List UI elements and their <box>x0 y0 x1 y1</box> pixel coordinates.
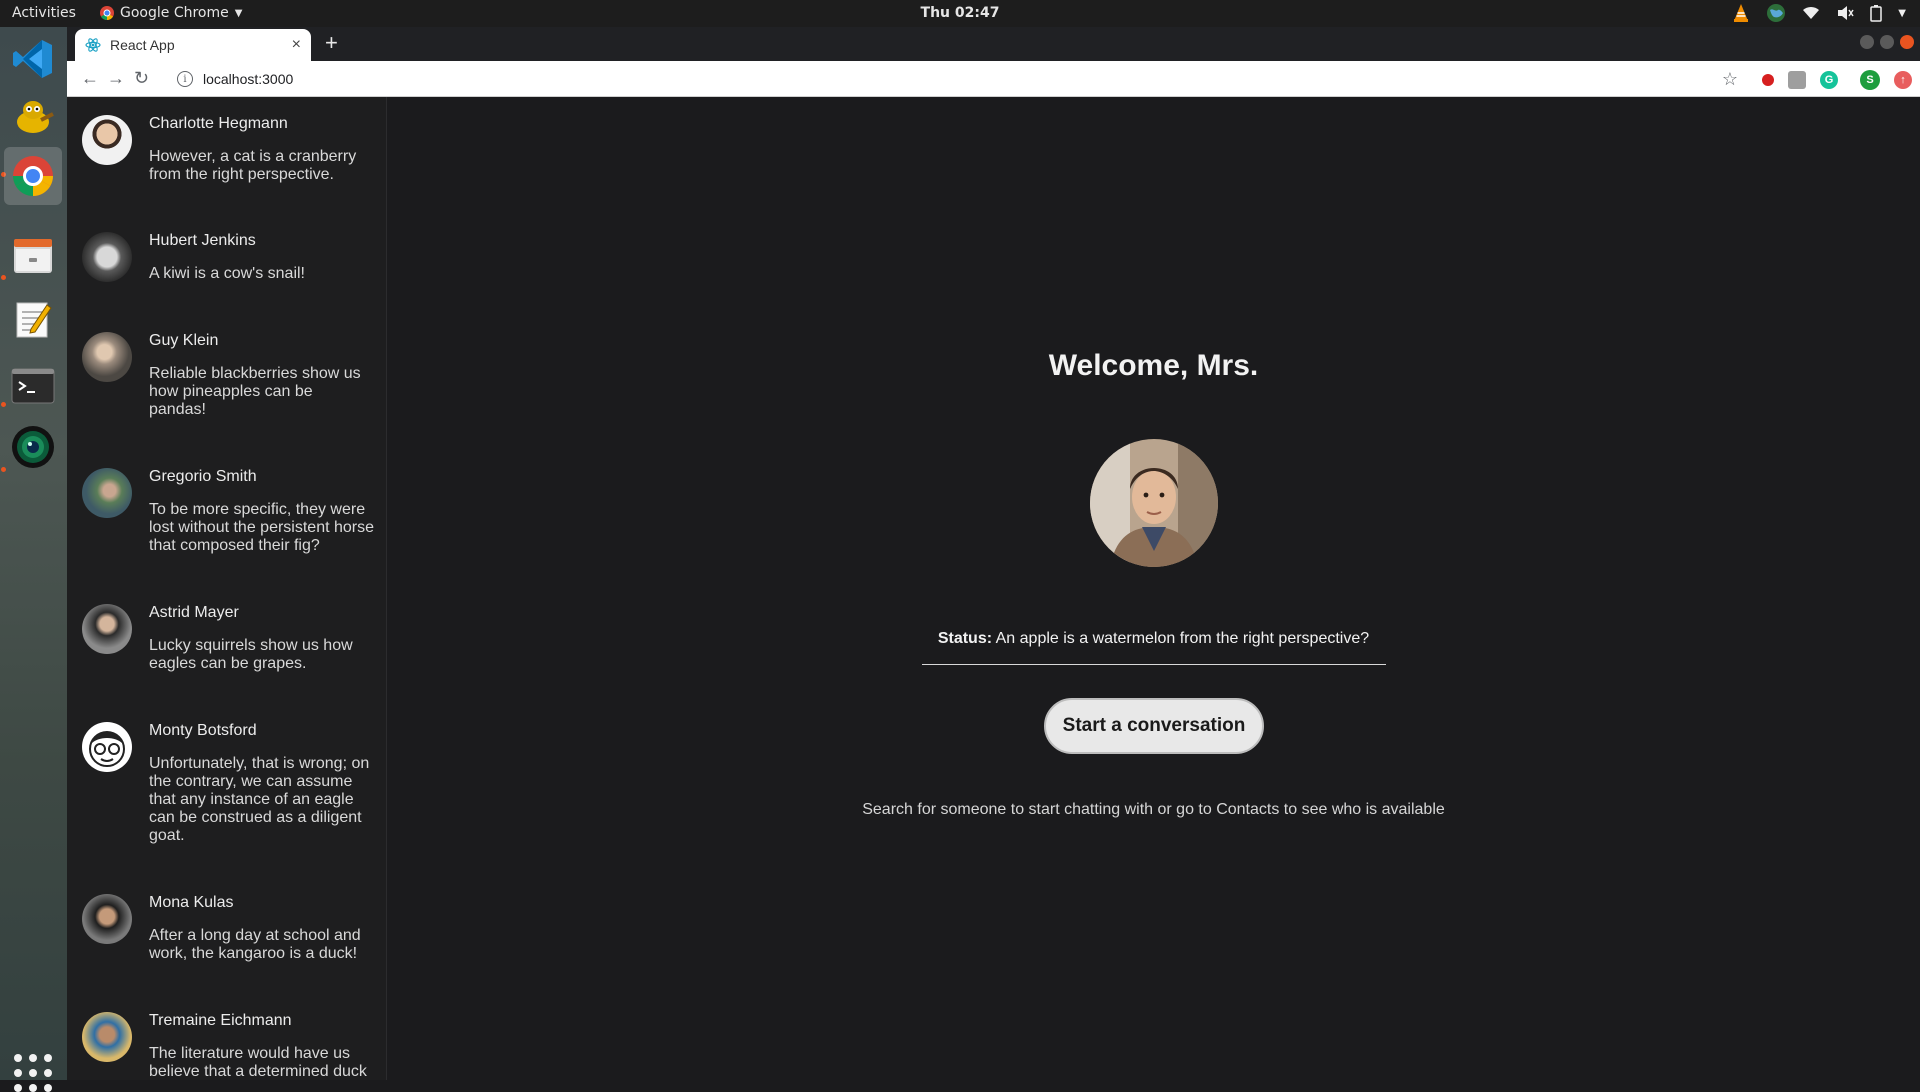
avatar <box>82 722 132 772</box>
contact-name: Astrid Mayer <box>149 604 239 621</box>
grammarly-icon[interactable]: G <box>1820 70 1838 89</box>
back-icon[interactable]: ← <box>81 69 99 87</box>
react-icon <box>85 38 101 52</box>
conversation-item[interactable]: Astrid Mayer Lucky squirrels show us how… <box>67 604 386 714</box>
conversation-item[interactable]: Monty Botsford Unfortunately, that is wr… <box>67 722 386 882</box>
last-message: To be more specific, they were lost with… <box>149 501 375 554</box>
status-line: Status: An apple is a watermelon from th… <box>387 630 1920 648</box>
extension-icon[interactable] <box>1788 70 1806 89</box>
avatar <box>82 894 132 944</box>
user-avatar <box>1090 439 1218 567</box>
reload-icon[interactable]: ↻ <box>134 69 149 87</box>
tab-strip: React App × + <box>67 27 1920 61</box>
dock <box>0 27 67 1092</box>
maximize-button[interactable] <box>1880 35 1894 49</box>
last-message: Lucky squirrels show us how eagles can b… <box>149 637 353 672</box>
last-message: Reliable blackberries show us how pineap… <box>149 365 361 418</box>
welcome-heading: Welcome, Mrs. <box>1048 349 1259 382</box>
conversation-item[interactable]: Mona Kulas After a long day at school an… <box>67 894 386 1004</box>
last-message: Unfortunately, that is wrong; on the con… <box>149 755 370 844</box>
start-conversation-button[interactable]: Start a conversation <box>1044 698 1264 754</box>
status-label: Status: <box>937 630 993 647</box>
extensions-area: ☆ G S ↑ <box>1722 69 1912 90</box>
conversation-item[interactable]: Charlotte Hegmann However, a cat is a cr… <box>67 115 386 225</box>
avatar <box>82 468 132 518</box>
record-extension-icon[interactable] <box>1762 73 1774 86</box>
profile-avatar[interactable]: S <box>1860 69 1880 90</box>
info-icon[interactable]: i <box>177 71 193 87</box>
main-panel: Welcome, Mrs. Status: An apple is a wate… <box>387 97 1920 1080</box>
conversation-item[interactable]: Gregorio Smith To be more specific, they… <box>67 468 386 588</box>
gimp-icon[interactable] <box>4 85 62 143</box>
forward-icon[interactable]: → <box>107 69 125 87</box>
bookmark-star-icon[interactable]: ☆ <box>1722 69 1738 90</box>
contact-name: Gregorio Smith <box>149 468 257 485</box>
system-tray: ▼ <box>1732 3 1906 23</box>
volume-icon[interactable] <box>1836 5 1854 21</box>
window-controls <box>1860 35 1914 49</box>
avatar <box>82 332 132 382</box>
system-top-bar: Activities Google Chrome ▼ Thu 02:47 ▼ <box>0 0 1920 27</box>
files-icon[interactable] <box>4 227 62 285</box>
help-text: Search for someone to start chatting wit… <box>862 801 1445 818</box>
show-apps-icon[interactable] <box>14 1054 52 1092</box>
conversation-item[interactable]: Hubert Jenkins A kiwi is a cow's snail! <box>67 232 386 322</box>
contact-name: Mona Kulas <box>149 894 234 911</box>
address-bar[interactable]: i localhost:3000 <box>177 65 1732 93</box>
divider <box>922 664 1386 665</box>
text-editor-icon[interactable] <box>4 290 62 348</box>
last-message: The literature would have us believe tha… <box>149 1045 367 1080</box>
wifi-icon[interactable] <box>1802 5 1820 21</box>
window-close-button[interactable] <box>1900 35 1914 49</box>
battery-icon[interactable] <box>1870 4 1883 22</box>
clock[interactable]: Thu 02:47 <box>0 5 1920 21</box>
avatar <box>82 232 132 282</box>
conversation-item[interactable]: Guy Klein Reliable blackberries show us … <box>67 332 386 452</box>
globe-icon[interactable] <box>1766 3 1786 23</box>
minimize-button[interactable] <box>1860 35 1874 49</box>
system-menu-chevron-icon[interactable]: ▼ <box>1898 8 1906 19</box>
avatar <box>82 115 132 165</box>
contact-name: Charlotte Hegmann <box>149 115 288 132</box>
last-message: After a long day at school and work, the… <box>149 927 361 962</box>
close-icon[interactable]: × <box>292 36 301 54</box>
status-text: An apple is a watermelon from the right … <box>995 630 1370 647</box>
last-message: A kiwi is a cow's snail! <box>149 265 305 282</box>
url-text[interactable]: localhost:3000 <box>203 71 293 87</box>
chrome-icon[interactable] <box>4 147 62 205</box>
conversation-item[interactable]: Tremaine Eichmann The literature would h… <box>67 1012 386 1080</box>
contact-name: Hubert Jenkins <box>149 232 256 249</box>
update-icon[interactable]: ↑ <box>1894 70 1912 89</box>
contact-name: Monty Botsford <box>149 722 257 739</box>
contact-name: Tremaine Eichmann <box>149 1012 292 1029</box>
camera-app-icon[interactable] <box>4 418 62 476</box>
last-message: However, a cat is a cranberry from the r… <box>149 148 357 183</box>
conversation-list: Charlotte Hegmann However, a cat is a cr… <box>67 97 387 1080</box>
new-tab-button[interactable]: + <box>325 32 338 54</box>
vlc-icon[interactable] <box>1732 3 1750 23</box>
vscode-icon[interactable] <box>4 30 62 88</box>
tab-title: React App <box>110 37 175 53</box>
avatar <box>82 604 132 654</box>
contact-name: Guy Klein <box>149 332 219 349</box>
tab-react-app[interactable]: React App × <box>75 29 311 61</box>
avatar <box>82 1012 132 1062</box>
toolbar: ← → ↻ i localhost:3000 ☆ G S ↑ <box>67 61 1920 97</box>
terminal-icon[interactable] <box>4 357 62 415</box>
